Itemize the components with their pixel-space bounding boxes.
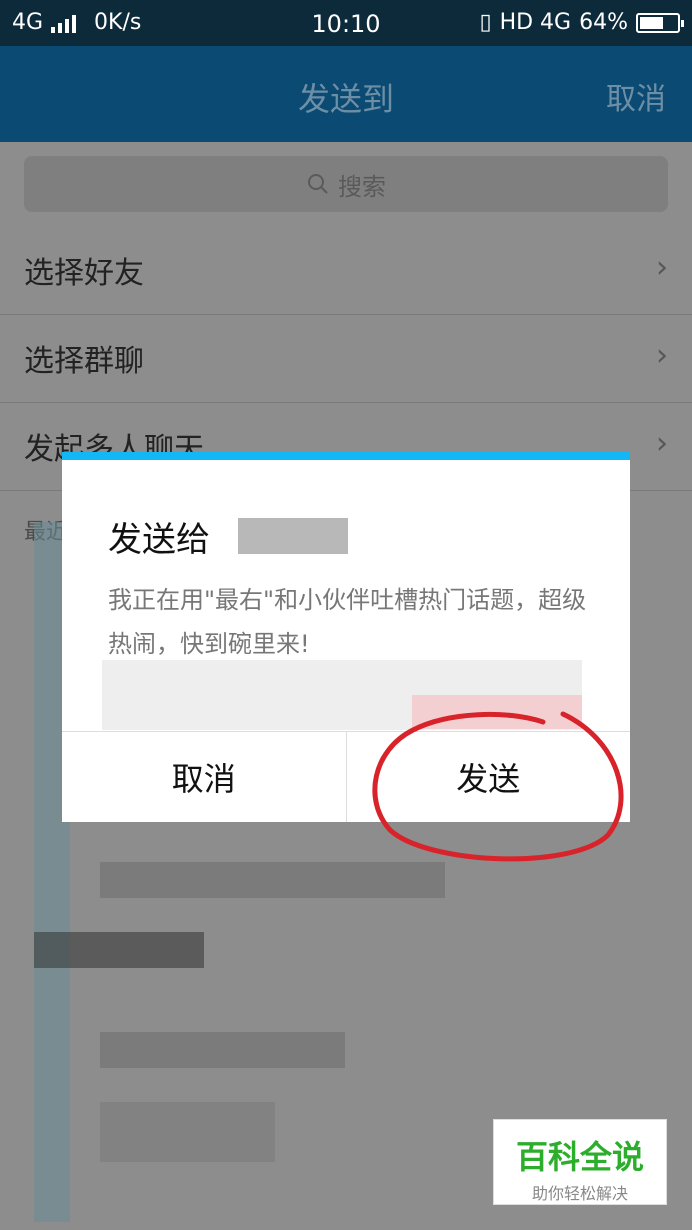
watermark-main: 百科全说 — [515, 1138, 644, 1176]
dialog-title: 发送给 — [108, 520, 210, 560]
recipient-name-blurred — [238, 518, 348, 554]
send-confirm-dialog: 发送给 我正在用"最右"和小伙伴吐槽热门话题，超级热闹，快到碗里来! 取消 发送 — [62, 452, 630, 822]
dialog-actions: 取消 发送 — [62, 731, 630, 822]
message-preview-blurred — [412, 695, 582, 729]
dialog-send-button[interactable]: 发送 — [345, 732, 631, 822]
dialog-cancel-button[interactable]: 取消 — [62, 732, 346, 822]
watermark-sub: 助你轻松解决 — [531, 1184, 628, 1203]
dialog-message: 我正在用"最右"和小伙伴吐槽热门话题，超级热闹，快到碗里来! — [108, 586, 587, 658]
watermark-logo: 百科全说 助你轻松解决 — [494, 1120, 666, 1204]
